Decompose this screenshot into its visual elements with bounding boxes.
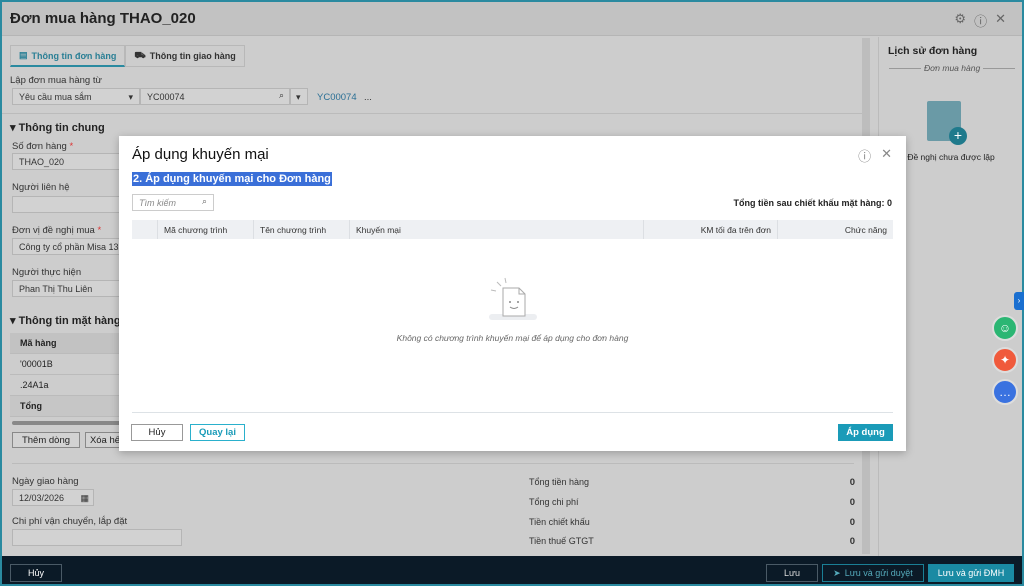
unit-input[interactable]: Công ty cổ phần Misa 136 — [12, 238, 122, 255]
promotion-table-header: Mã chương trình Tên chương trình Khuyến … — [132, 220, 893, 239]
chevron-down-icon: ▾ — [128, 92, 133, 102]
section-title: Thông tin mặt hàng — [18, 315, 121, 327]
ai-assistant-icon[interactable]: ✦ — [992, 347, 1018, 373]
button-label: Lưu và gửi duyệt — [844, 568, 913, 578]
footer-bar: Hủy Lưu ➤ Lưu và gửi duyệt Lưu và gửi ĐMH — [2, 556, 1022, 584]
cancel-button[interactable]: Hủy — [10, 564, 62, 582]
order-no-label: Số đơn hàng * — [12, 141, 74, 152]
tab-label: Thông tin giao hàng — [149, 51, 236, 61]
gear-icon[interactable]: ⚙ — [954, 11, 966, 30]
search-placeholder: Tìm kiếm — [139, 198, 176, 208]
divider — [2, 113, 862, 114]
shipping-cost-label: Chi phí vận chuyển, lắp đặt — [12, 516, 128, 527]
apply-promotion-dialog: Áp dụng khuyến mại ⓘ ✕ 2. Áp dụng khuyến … — [119, 136, 906, 451]
summary-label: Tiền chiết khấu — [529, 517, 590, 527]
column-program-code: Mã chương trình — [158, 220, 254, 239]
help-icon[interactable]: ⓘ — [858, 146, 871, 165]
send-icon: ➤ — [833, 567, 841, 578]
source-code-input[interactable]: YC00074 ⌕ — [140, 88, 290, 105]
executor-label: Người thực hiện — [12, 267, 82, 278]
cancel-button[interactable]: Hủy — [131, 424, 183, 441]
unit-label: Đơn vị đề nghị mua * — [12, 225, 102, 236]
dialog-title: Áp dụng khuyến mại — [132, 146, 269, 163]
page-title: Đơn mua hàng THAO_020 — [10, 10, 196, 27]
section-items[interactable]: ▾ Thông tin mặt hàng — [10, 314, 121, 327]
summary-row: Tổng chi phí 0 — [529, 497, 855, 508]
items-table: Mã hàng '00001B .24A1a Tổng — [10, 333, 130, 417]
close-icon[interactable]: ✕ — [881, 146, 892, 165]
table-row[interactable]: .24A1a — [10, 375, 130, 396]
summary-value: 0 — [849, 477, 855, 488]
history-subtitle: Đơn mua hàng — [921, 63, 984, 73]
source-code-value: YC00074 — [147, 92, 185, 102]
delivery-date-label: Ngày giao hàng — [12, 476, 79, 487]
column-program-name: Tên chương trình — [254, 220, 350, 239]
save-send-approve-button[interactable]: ➤ Lưu và gửi duyệt — [822, 564, 924, 582]
summary-value: 0 — [849, 517, 855, 528]
summary-label: Tiền thuế GTGT — [529, 536, 594, 546]
more-button[interactable]: ... — [364, 92, 372, 103]
add-row-button[interactable]: Thêm dòng — [12, 432, 80, 448]
label-text: Đơn vị đề nghị mua — [12, 225, 95, 236]
source-label: Lập đơn mua hàng từ — [10, 75, 102, 86]
column-max-discount: KM tối đa trên đơn — [644, 220, 778, 239]
search-icon[interactable]: ⌕ — [279, 90, 284, 101]
table-row[interactable]: '00001B — [10, 354, 130, 375]
section-title: Thông tin chung — [18, 122, 105, 134]
chatbot-icon[interactable]: ☺ — [992, 315, 1018, 341]
search-icon[interactable]: ⌕ — [202, 196, 207, 207]
summary-row: Tổng tiền hàng 0 — [529, 477, 855, 488]
contact-input[interactable] — [12, 196, 122, 213]
horizontal-scrollbar[interactable] — [12, 421, 122, 425]
contact-label: Người liên hệ — [12, 182, 70, 193]
summary-value: 0 — [849, 536, 855, 547]
step-title: 2. Áp dụng khuyến mại cho Đơn hàng — [132, 172, 332, 186]
empty-state: Không có chương trình khuyến mại để áp d… — [119, 276, 906, 343]
back-button[interactable]: Quay lại — [190, 424, 245, 441]
source-type-value: Yêu cầu mua sắm — [19, 92, 92, 102]
source-link[interactable]: YC00074 — [317, 92, 357, 103]
label-text: Số đơn hàng — [12, 141, 67, 152]
chat-icon[interactable]: … — [992, 379, 1018, 405]
column-promotion: Khuyến mại — [350, 220, 644, 239]
summary-row: Tiền thuế GTGT 0 — [529, 536, 855, 547]
tab-order-info[interactable]: ▤ Thông tin đơn hàng — [10, 45, 126, 67]
table-total-row: Tổng — [10, 396, 130, 417]
executor-input[interactable]: Phan Thị Thu Liên — [12, 280, 122, 297]
summary-value: 0 — [849, 497, 855, 508]
search-input[interactable]: Tìm kiếm ⌕ — [132, 194, 214, 211]
save-send-button[interactable]: Lưu và gửi ĐMH — [928, 564, 1014, 582]
tab-delivery-info[interactable]: ⛟ Thông tin giao hàng — [125, 45, 245, 67]
save-button[interactable]: Lưu — [766, 564, 818, 582]
empty-message: Không có chương trình khuyến mại để áp d… — [396, 333, 629, 343]
total-after-discount: Tổng tiền sau chiết khấu mặt hàng: 0 — [733, 198, 892, 208]
document-add-icon: + — [927, 101, 967, 145]
table-header: Mã hàng — [10, 333, 130, 354]
calendar-icon[interactable]: ▦ — [80, 493, 89, 504]
order-no-input[interactable]: THAO_020 — [12, 153, 122, 170]
tab-label: Thông tin đơn hàng — [31, 50, 117, 61]
help-icon[interactable]: ⓘ — [974, 11, 987, 30]
delivery-date-input[interactable]: 12/03/2026 ▦ — [12, 489, 94, 506]
header: Đơn mua hàng THAO_020 ⚙ ⓘ ✕ — [2, 2, 1022, 36]
apply-button[interactable]: Áp dụng — [838, 424, 893, 441]
summary-label: Tổng chi phí — [529, 497, 579, 507]
summary-label: Tổng tiền hàng — [529, 477, 590, 487]
section-general[interactable]: ▾ Thông tin chung — [10, 121, 105, 134]
source-code-dropdown[interactable]: ▾ — [290, 88, 308, 105]
clipboard-icon: ▤ — [19, 50, 28, 60]
expand-panel-button[interactable]: › — [1014, 292, 1024, 310]
summary-row: Tiền chiết khấu 0 — [529, 517, 855, 528]
column-select — [132, 220, 158, 239]
truck-icon: ⛟ — [134, 50, 146, 60]
history-title: Lịch sử đơn hàng — [888, 45, 978, 57]
column-actions: Chức năng — [844, 225, 887, 235]
date-value: 12/03/2026 — [19, 493, 65, 503]
shipping-cost-input[interactable] — [12, 529, 182, 546]
close-icon[interactable]: ✕ — [995, 11, 1006, 30]
source-type-select[interactable]: Yêu cầu mua sắm ▾ — [12, 88, 140, 105]
divider — [12, 463, 854, 464]
empty-document-icon — [488, 277, 537, 320]
